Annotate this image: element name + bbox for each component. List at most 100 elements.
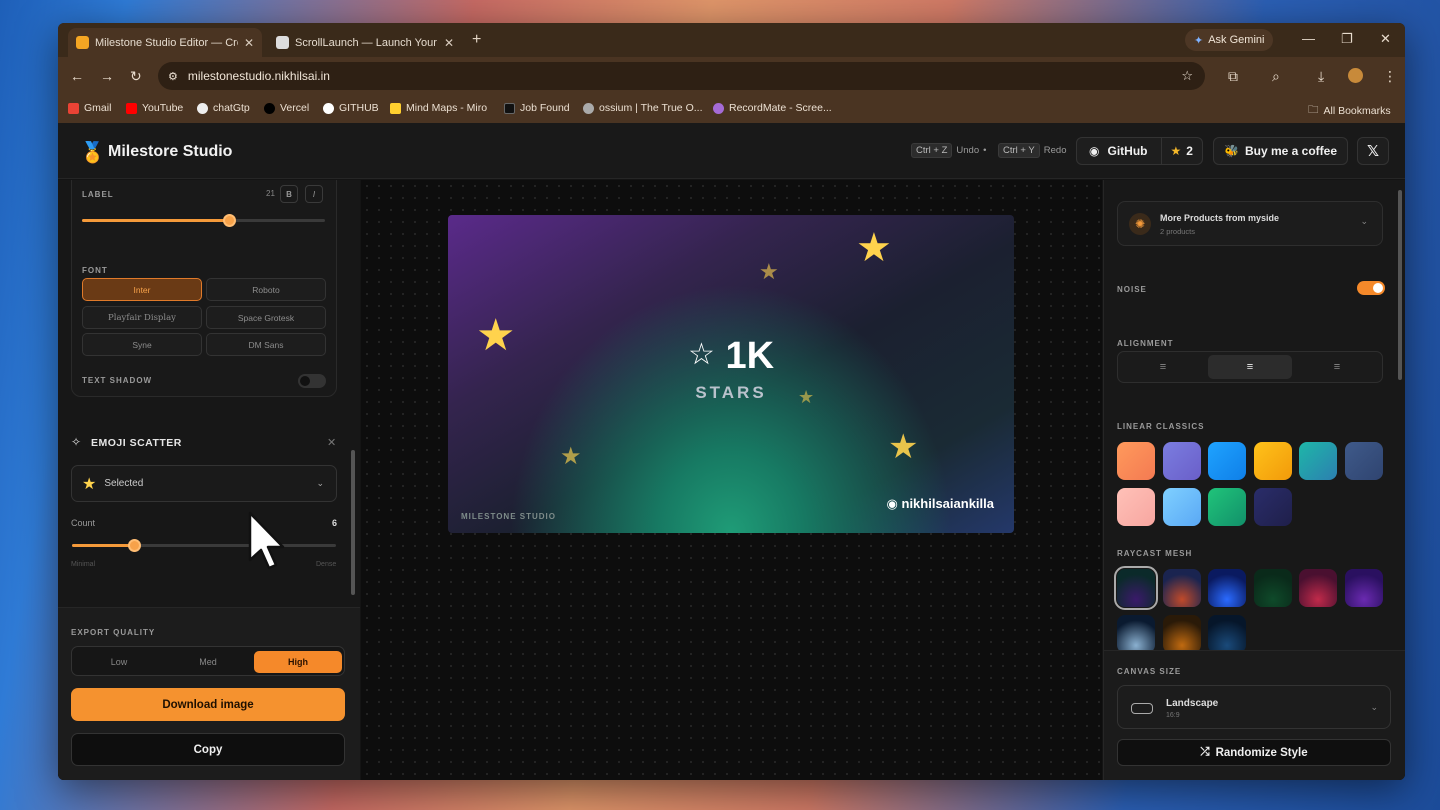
font-option-syne[interactable]: Syne: [82, 333, 202, 356]
align-left-icon[interactable]: ≡: [1121, 355, 1205, 379]
bookmark-jobfound[interactable]: Job Found: [504, 102, 570, 114]
align-right-icon[interactable]: ≡: [1295, 355, 1379, 379]
copy-button[interactable]: Copy: [71, 733, 345, 766]
raycast-mesh-swatch[interactable]: [1344, 569, 1383, 607]
download-button[interactable]: Download image: [71, 688, 345, 721]
buy-coffee-button[interactable]: 🐝 Buy me a coffee: [1213, 137, 1348, 165]
close-tab-icon[interactable]: ✕: [444, 36, 454, 50]
x-social-button[interactable]: 𝕏: [1357, 137, 1389, 165]
noise-toggle[interactable]: [1357, 281, 1385, 295]
text-shadow-toggle[interactable]: [298, 374, 326, 388]
ask-gemini-button[interactable]: ✦ Ask Gemini: [1185, 29, 1274, 51]
bookmark-vercel[interactable]: Vercel: [264, 102, 309, 114]
minimize-icon[interactable]: —: [1302, 31, 1315, 46]
forward-icon[interactable]: →: [100, 68, 114, 84]
site-info-icon[interactable]: ⚙: [168, 70, 178, 83]
count-slider[interactable]: [72, 539, 336, 552]
profile-avatar[interactable]: [1348, 68, 1363, 83]
star-emoji-icon: ★: [82, 475, 97, 493]
ossium-icon: [583, 102, 594, 114]
app-header: 🏅 Milestore Studio Ctrl + Z Undo • Ctrl + …: [58, 123, 1405, 179]
slider-fill: [72, 544, 134, 547]
address-bar[interactable]: ⚙ milestonestudio.nikhilsai.in ☆: [158, 62, 1205, 90]
restore-icon[interactable]: ❐: [1341, 31, 1353, 47]
right-scrollbar[interactable]: [1398, 190, 1402, 380]
canvas-size-select[interactable]: Landscape 16:9 ⌄: [1117, 685, 1391, 729]
raycast-mesh-swatch[interactable]: [1208, 615, 1246, 653]
align-center-icon[interactable]: ≡: [1208, 355, 1292, 379]
linear-gradient-swatch[interactable]: [1208, 442, 1246, 480]
lens-icon[interactable]: ⌕: [1272, 68, 1280, 85]
font-option-dm-sans[interactable]: DM Sans: [206, 333, 326, 356]
linear-gradient-swatch[interactable]: [1208, 488, 1246, 526]
all-bookmarks[interactable]: 🗀 All Bookmarks: [1308, 102, 1391, 120]
gmail-icon: [68, 102, 79, 114]
linear-gradient-swatch[interactable]: [1162, 442, 1201, 480]
bookmark-youtube[interactable]: YouTube: [126, 102, 183, 114]
github-button[interactable]: ◉ GitHub ★ 2: [1076, 137, 1203, 165]
bookmark-star-icon[interactable]: ☆: [1181, 68, 1193, 84]
bookmark-recordmate[interactable]: RecordMate - Scree...: [713, 102, 832, 114]
extensions-icon[interactable]: ⧉: [1228, 68, 1238, 85]
bookmark-github[interactable]: GITHUB: [323, 102, 379, 114]
randomize-style-button[interactable]: ⤮ Randomize Style: [1117, 739, 1391, 766]
milestone-value: 1K: [725, 335, 775, 377]
bookmark-gmail[interactable]: Gmail: [68, 102, 111, 114]
linear-gradient-swatch[interactable]: [1117, 488, 1155, 526]
undo-kbd: Ctrl + Z: [911, 143, 953, 158]
left-scrollbar[interactable]: [351, 450, 355, 595]
quality-high[interactable]: High: [254, 651, 342, 673]
raycast-mesh-swatch[interactable]: [1299, 569, 1337, 607]
undo-hint[interactable]: Ctrl + Z Undo •: [911, 143, 986, 158]
tab-milestone[interactable]: Milestone Studio Editor — Crea ✕: [68, 28, 262, 57]
quality-med[interactable]: Med: [164, 651, 252, 673]
bold-toggle[interactable]: B: [280, 185, 298, 203]
linear-gradient-swatch[interactable]: [1253, 488, 1292, 526]
raycast-mesh-swatch[interactable]: [1117, 615, 1155, 653]
dot-separator: •: [983, 145, 987, 156]
linear-gradient-swatch[interactable]: [1253, 442, 1292, 480]
gemini-icon: ✦: [1194, 34, 1204, 47]
slider-knob[interactable]: [223, 214, 236, 227]
quality-low[interactable]: Low: [75, 651, 163, 673]
star-emoji-icon: ★: [759, 259, 779, 284]
italic-toggle[interactable]: I: [305, 185, 323, 203]
raycast-mesh-swatch[interactable]: [1162, 569, 1201, 607]
reload-icon[interactable]: ↻: [130, 68, 142, 85]
handle-row: ◉ nikhilsaiankilla: [887, 496, 994, 512]
close-window-icon[interactable]: ✕: [1380, 31, 1391, 47]
linear-gradient-swatch[interactable]: [1299, 442, 1337, 480]
close-section-icon[interactable]: ✕: [327, 436, 336, 449]
font-option-space-grotesk[interactable]: Space Grotesk: [206, 306, 326, 329]
star-emoji-icon: ★: [888, 428, 919, 466]
more-products-dropdown[interactable]: ✺ More Products from myside 2 products ⌄: [1117, 201, 1383, 246]
raycast-mesh-swatch[interactable]: [1253, 569, 1292, 607]
redo-hint[interactable]: Ctrl + Y Redo: [998, 143, 1066, 158]
linear-gradient-swatch[interactable]: [1117, 442, 1155, 480]
close-tab-icon[interactable]: ✕: [244, 36, 254, 50]
raycast-mesh-swatch[interactable]: [1208, 569, 1246, 607]
tab-scrolllaunch[interactable]: ScrollLaunch — Launch Your Pr ✕: [268, 28, 462, 57]
raycast-mesh-swatch[interactable]: [1162, 615, 1201, 653]
menu-kebab-icon[interactable]: ⋮: [1383, 68, 1397, 85]
linear-gradient-swatch[interactable]: [1344, 442, 1383, 480]
downloads-icon[interactable]: ⤓: [1318, 68, 1324, 85]
emoji-select[interactable]: ★ Selected ⌄: [71, 465, 337, 502]
font-option-roboto[interactable]: Roboto: [206, 278, 326, 301]
handle-text: nikhilsaiankilla: [901, 496, 995, 511]
milestone-preview[interactable]: ★ ★ ★ ★ ★ ★ ☆ 1K STARS MILESTONE STUDIO …: [448, 215, 1014, 533]
bookmark-ossium[interactable]: ossium | The True O...: [583, 102, 703, 114]
font-option-inter[interactable]: Inter: [82, 278, 202, 301]
raycast-mesh-swatch[interactable]: [1114, 566, 1158, 610]
back-icon[interactable]: ←: [70, 68, 84, 84]
github-icon: [323, 102, 334, 114]
bookmark-miro[interactable]: Mind Maps - Miro: [390, 102, 487, 114]
chevron-down-icon: ⌄: [1360, 216, 1368, 226]
slider-knob[interactable]: [128, 539, 141, 552]
linear-gradient-swatch[interactable]: [1162, 488, 1201, 526]
star-icon: ★: [1170, 144, 1182, 158]
font-option-playfair[interactable]: Playfair Display: [82, 306, 202, 329]
label-size-slider[interactable]: [82, 214, 325, 227]
bookmark-chatgpt[interactable]: chatGtp: [197, 102, 250, 114]
new-tab-icon[interactable]: +: [472, 31, 481, 49]
